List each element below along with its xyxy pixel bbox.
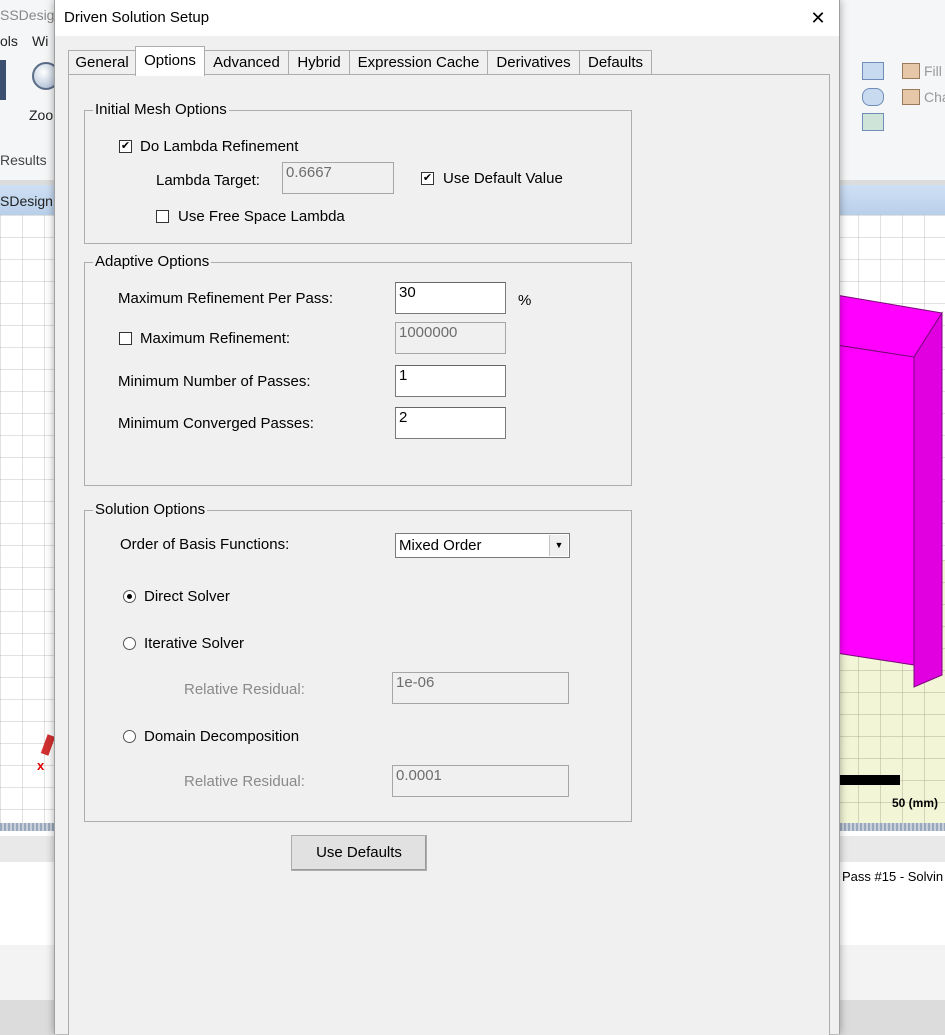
checkmark-icon: ✔ [422,172,433,184]
max-refinement-checkbox[interactable] [119,332,132,345]
scale-bar [836,775,900,785]
adaptive-legend: Adaptive Options [93,253,212,270]
tab-advanced[interactable]: Advanced [204,50,289,75]
driven-solution-setup-dialog: Driven Solution Setup ✕ General Options … [54,0,840,1035]
use-defaults-button[interactable]: Use Defaults [291,835,427,871]
ribbon-flag-icon[interactable] [862,113,884,131]
document-tab[interactable]: SDesign [0,193,53,209]
initial-mesh-legend: Initial Mesh Options [93,101,229,118]
use-default-label: Use Default Value [443,170,563,187]
tab-expression-cache[interactable]: Expression Cache [349,50,488,75]
tab-options[interactable]: Options [135,46,205,76]
percent-unit: % [518,292,532,309]
scale-label: 50 (mm) [892,796,939,810]
free-space-checkbox[interactable] [156,210,169,223]
min-converged-label: Minimum Converged Passes: [118,415,314,432]
domain-decomposition-radio[interactable] [123,730,136,743]
domain-residual-label: Relative Residual: [184,773,305,790]
domain-decomposition-label: Domain Decomposition [144,728,300,745]
min-passes-field[interactable]: 1 [395,365,506,397]
axis-x-label: x [37,758,45,773]
fillet-label: Fill [924,63,942,79]
options-tab-panel: Initial Mesh Options ✔ Do Lambda Refinem… [68,74,830,1035]
chamfer-label: Cha [924,89,945,105]
tab-hybrid[interactable]: Hybrid [288,50,350,75]
solution-legend: Solution Options [93,501,208,518]
domain-residual-field[interactable]: 0.0001 [392,765,569,797]
results-group-label: Results [0,152,47,168]
max-per-pass-label: Maximum Refinement Per Pass: [118,290,334,307]
app-title-fragment: SSDesig [0,7,55,23]
lambda-target-field[interactable]: 0.6667 [282,162,394,194]
ribbon-arrow-icon[interactable] [862,62,884,80]
chamfer-icon[interactable] [902,89,920,105]
max-refinement-field[interactable]: 1000000 [395,322,506,354]
checkmark-icon: ✔ [120,140,131,152]
use-default-checkbox[interactable]: ✔ [421,172,434,185]
ribbon-tool-icon[interactable] [0,60,6,100]
tab-general[interactable]: General [68,50,136,75]
do-lambda-label: Do Lambda Refinement [140,138,299,155]
menu-window-fragment[interactable]: Wi [32,33,48,49]
iterative-solver-radio[interactable] [123,637,136,650]
magenta-box-model[interactable] [836,295,945,695]
iterative-solver-label: Iterative Solver [144,635,245,652]
tab-defaults[interactable]: Defaults [579,50,652,75]
max-refinement-label: Maximum Refinement: [140,330,291,347]
do-lambda-checkbox[interactable]: ✔ [119,140,132,153]
basis-functions-label: Order of Basis Functions: [120,536,290,553]
dropdown-arrow-icon[interactable]: ▼ [549,535,568,556]
dialog-title: Driven Solution Setup [64,9,210,26]
zoom-label: Zoo [29,107,54,123]
progress-status: Pass #15 - Solvin [842,869,944,884]
basis-functions-select[interactable]: Mixed Order ▼ [395,533,570,558]
basis-functions-value: Mixed Order [399,537,482,554]
min-passes-label: Minimum Number of Passes: [118,373,311,390]
dialog-titlebar[interactable]: Driven Solution Setup ✕ [55,0,839,36]
iterative-residual-label: Relative Residual: [184,681,305,698]
tab-derivatives[interactable]: Derivatives [487,50,580,75]
close-icon[interactable]: ✕ [807,7,829,29]
iterative-residual-field[interactable]: 1e-06 [392,672,569,704]
menu-tools-fragment[interactable]: ols [0,33,18,49]
ribbon-rotate-icon[interactable] [862,88,884,106]
direct-solver-radio[interactable] [123,590,136,603]
min-converged-field[interactable]: 2 [395,407,506,439]
max-per-pass-field[interactable]: 30 [395,282,506,314]
direct-solver-label: Direct Solver [144,588,230,605]
lambda-target-label: Lambda Target: [156,172,260,189]
fillet-icon[interactable] [902,63,920,79]
free-space-label: Use Free Space Lambda [178,208,345,225]
